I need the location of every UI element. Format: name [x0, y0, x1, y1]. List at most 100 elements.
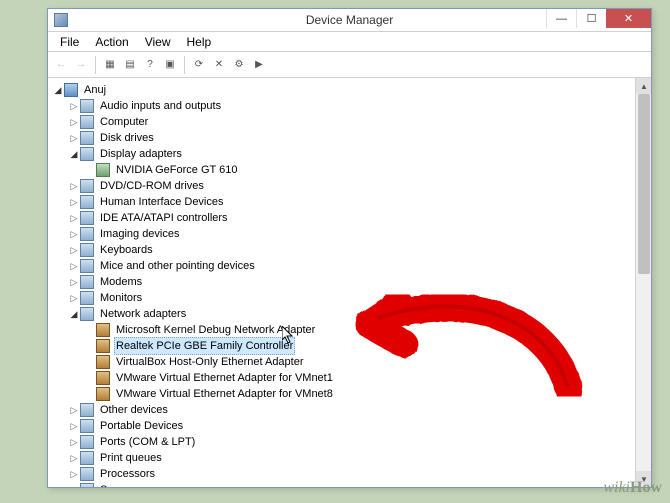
expand-icon[interactable]: ▷ — [68, 194, 80, 210]
window-controls: — ☐ ✕ — [546, 9, 651, 28]
net-icon — [96, 323, 110, 337]
tree-item[interactable]: ▷ Disk drives — [52, 130, 651, 146]
tree-item[interactable]: ▷ Processors — [52, 466, 651, 482]
toolbar-separator — [95, 56, 96, 74]
tree-label: DVD/CD-ROM drives — [98, 178, 206, 194]
uninstall-button[interactable]: ✕ — [210, 56, 228, 74]
back-button: ← — [52, 56, 70, 74]
tree-label: NVIDIA GeForce GT 610 — [114, 162, 239, 178]
tree-item[interactable]: ▷ DVD/CD-ROM drives — [52, 178, 651, 194]
update-driver-button[interactable]: ⟳ — [190, 56, 208, 74]
minimize-button[interactable]: — — [546, 9, 576, 28]
expand-icon[interactable]: ▷ — [68, 418, 80, 434]
tree-item[interactable]: ◢ Network adapters — [52, 306, 651, 322]
help-button[interactable]: ? — [141, 56, 159, 74]
tree-item[interactable]: ◢ Display adapters — [52, 146, 651, 162]
expand-icon[interactable]: ▷ — [68, 402, 80, 418]
expand-icon[interactable]: ▷ — [68, 466, 80, 482]
computer-icon — [64, 83, 78, 97]
tree-item[interactable]: NVIDIA GeForce GT 610 — [52, 162, 651, 178]
tree-label: Network adapters — [98, 306, 188, 322]
tree-item[interactable]: ▷Imaging devices — [52, 226, 651, 242]
cat-icon — [80, 99, 94, 113]
tree-label: Audio inputs and outputs — [98, 98, 223, 114]
tree-item[interactable]: VirtualBox Host-Only Ethernet Adapter — [52, 354, 651, 370]
tree-item[interactable]: VMware Virtual Ethernet Adapter for VMne… — [52, 386, 651, 402]
enable-button[interactable]: ▶ — [250, 56, 268, 74]
tree-label: Processors — [98, 466, 157, 482]
menu-file[interactable]: File — [52, 33, 87, 51]
tree-label: Sensors — [98, 482, 142, 487]
show-hidden-button[interactable]: ▦ — [101, 56, 119, 74]
tree-item[interactable]: ▷Print queues — [52, 450, 651, 466]
cat-icon — [80, 147, 94, 161]
cat-icon — [80, 451, 94, 465]
tree-label: Disk drives — [98, 130, 156, 146]
tree-item[interactable]: ▷Modems — [52, 274, 651, 290]
expand-icon[interactable]: ▷ — [68, 210, 80, 226]
expand-icon[interactable]: ▷ — [68, 114, 80, 130]
tree-item[interactable]: ▷ Sensors — [52, 482, 651, 487]
expand-icon[interactable]: ▷ — [68, 178, 80, 194]
tree-item[interactable]: ▷ Keyboards — [52, 242, 651, 258]
tree-item[interactable]: ▷ Audio inputs and outputs — [52, 98, 651, 114]
expand-icon[interactable]: ▷ — [68, 130, 80, 146]
tree-item[interactable]: ▷Human Interface Devices — [52, 194, 651, 210]
tree-label: IDE ATA/ATAPI controllers — [98, 210, 230, 226]
tree-item[interactable]: ◢Anuj — [52, 82, 651, 98]
expand-icon[interactable]: ▷ — [68, 434, 80, 450]
cat-icon — [80, 307, 94, 321]
tree-item[interactable]: ▷ Monitors — [52, 290, 651, 306]
watermark: wikiHow — [603, 479, 662, 497]
expand-icon[interactable]: ▷ — [68, 98, 80, 114]
tree-label: Monitors — [98, 290, 144, 306]
tree-label: VMware Virtual Ethernet Adapter for VMne… — [114, 370, 335, 386]
net-icon — [96, 339, 110, 353]
tree-item[interactable]: ▷ IDE ATA/ATAPI controllers — [52, 210, 651, 226]
expand-icon[interactable]: ▷ — [68, 290, 80, 306]
close-button[interactable]: ✕ — [606, 9, 651, 28]
expand-icon[interactable]: ▷ — [68, 274, 80, 290]
expand-icon[interactable]: ▷ — [68, 226, 80, 242]
menu-action[interactable]: Action — [87, 33, 136, 51]
scroll-thumb[interactable] — [638, 94, 650, 274]
cat-icon — [80, 435, 94, 449]
scroll-up-button[interactable]: ▲ — [636, 78, 651, 94]
refresh-button[interactable]: ▣ — [161, 56, 179, 74]
scan-hardware-button[interactable]: ⚙ — [230, 56, 248, 74]
tree-content: ◢Anuj▷Audio inputs and outputs▷Computer▷… — [48, 78, 651, 487]
tree-item[interactable]: ▷ Portable Devices — [52, 418, 651, 434]
expand-icon[interactable]: ▷ — [68, 242, 80, 258]
tree-item[interactable]: ▷Ports (COM & LPT) — [52, 434, 651, 450]
tree-label: Keyboards — [98, 242, 155, 258]
titlebar: Device Manager — ☐ ✕ — [48, 9, 651, 32]
cat-icon — [80, 115, 94, 129]
tree-item[interactable]: ▷Mice and other pointing devices — [52, 258, 651, 274]
forward-button: → — [72, 56, 90, 74]
menu-view[interactable]: View — [137, 33, 179, 51]
device-tree[interactable]: ◢Anuj▷Audio inputs and outputs▷Computer▷… — [48, 78, 651, 487]
tree-label: Portable Devices — [98, 418, 185, 434]
cat-icon — [80, 419, 94, 433]
tree-item[interactable]: ▷Computer — [52, 114, 651, 130]
net-icon — [96, 371, 110, 385]
expand-icon[interactable]: ▷ — [68, 450, 80, 466]
tree-item[interactable]: VMware Virtual Ethernet Adapter for VMne… — [52, 370, 651, 386]
tree-item[interactable]: Microsoft Kernel Debug Network Adapter — [52, 322, 651, 338]
tree-item[interactable]: ▷Other devices — [52, 402, 651, 418]
cat-icon — [80, 467, 94, 481]
expand-icon[interactable]: ▷ — [68, 482, 80, 487]
expand-icon[interactable]: ▷ — [68, 258, 80, 274]
vertical-scrollbar[interactable]: ▲ ▼ — [635, 78, 651, 487]
tree-item-selected[interactable]: Realtek PCIe GBE Family Controller — [52, 338, 651, 354]
collapse-icon[interactable]: ◢ — [68, 306, 80, 322]
cat-icon — [80, 259, 94, 273]
tree-label: Display adapters — [98, 146, 184, 162]
collapse-icon[interactable]: ◢ — [68, 146, 80, 162]
maximize-button[interactable]: ☐ — [576, 9, 606, 28]
tree-label: Microsoft Kernel Debug Network Adapter — [114, 322, 317, 338]
properties-button[interactable]: ▤ — [121, 56, 139, 74]
cat-icon — [80, 227, 94, 241]
menu-help[interactable]: Help — [179, 33, 220, 51]
collapse-icon[interactable]: ◢ — [52, 82, 64, 98]
